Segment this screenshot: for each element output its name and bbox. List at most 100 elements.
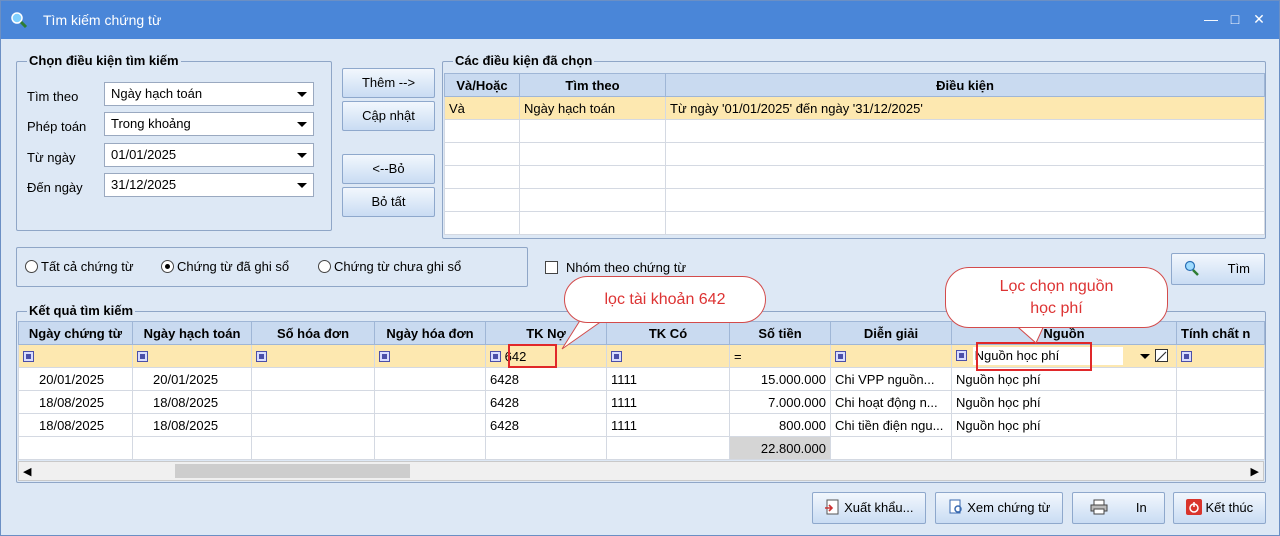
cell-debit-account[interactable]: 6428 — [485, 413, 607, 437]
table-row[interactable] — [444, 119, 1265, 143]
search-button[interactable]: Tìm — [1171, 253, 1265, 285]
update-condition-button[interactable]: Cập nhật — [342, 101, 435, 131]
cell[interactable] — [444, 188, 520, 212]
cell-description[interactable]: Chi hoạt động n... — [830, 390, 952, 414]
cell[interactable] — [519, 142, 666, 166]
col-posting-date[interactable]: Ngày hạch toán — [132, 321, 252, 345]
filter-nature[interactable] — [1176, 344, 1265, 368]
cell-description[interactable]: Chi VPP nguồn... — [830, 367, 952, 391]
col-invoice-no[interactable]: Số hóa đơn — [251, 321, 375, 345]
scroll-left-icon[interactable]: ◀ — [23, 465, 31, 478]
cell-and-or[interactable]: Và — [444, 96, 520, 120]
cell-doc-date[interactable]: 18/08/2025 — [18, 390, 133, 414]
maximize-icon[interactable]: □ — [1225, 9, 1245, 29]
header-and-or[interactable]: Và/Hoặc — [444, 73, 520, 97]
col-invoice-date[interactable]: Ngày hóa đơn — [374, 321, 486, 345]
from-date-picker[interactable]: 01/01/2025 — [104, 143, 314, 167]
filter-icon[interactable] — [835, 350, 846, 362]
cell-nature[interactable] — [1176, 413, 1265, 437]
cell-posting-date[interactable]: 18/08/2025 — [132, 413, 252, 437]
radio-all-documents[interactable]: Tất cả chứng từ — [25, 259, 134, 274]
cell-doc-date[interactable]: 20/01/2025 — [18, 367, 133, 391]
cell-posting-date[interactable]: 18/08/2025 — [132, 390, 252, 414]
cell-invoice-no[interactable] — [251, 390, 375, 414]
header-condition[interactable]: Điều kiện — [665, 73, 1265, 97]
print-button[interactable]: In — [1072, 492, 1165, 524]
filter-invoice-date[interactable] — [374, 344, 486, 368]
radio-circle-icon[interactable] — [318, 260, 331, 273]
cell[interactable] — [519, 165, 666, 189]
close-button[interactable]: Kết thúc — [1173, 492, 1266, 524]
table-row[interactable]: Và Ngày hạch toán Từ ngày '01/01/2025' đ… — [444, 96, 1265, 120]
cell[interactable] — [444, 119, 520, 143]
filter-icon[interactable] — [490, 350, 501, 362]
cell-amount[interactable]: 15.000.000 — [729, 367, 831, 391]
view-document-button[interactable]: Xem chứng từ — [935, 492, 1063, 524]
filter-icon[interactable] — [137, 350, 148, 362]
cell-nature[interactable] — [1176, 367, 1265, 391]
cell-invoice-no[interactable] — [251, 413, 375, 437]
export-button[interactable]: Xuất khẩu... — [812, 492, 926, 524]
results-horizontal-scrollbar[interactable]: ◀ ▶ — [18, 461, 1264, 481]
filter-icon[interactable] — [256, 350, 267, 362]
filter-icon[interactable] — [379, 350, 390, 362]
scroll-right-icon[interactable]: ▶ — [1251, 465, 1259, 478]
col-nature[interactable]: Tính chất n — [1176, 321, 1265, 345]
filter-icon[interactable] — [1181, 350, 1192, 362]
cell-invoice-date[interactable] — [374, 390, 486, 414]
filter-posting-date[interactable] — [132, 344, 252, 368]
table-row[interactable]: 18/08/2025 18/08/2025 6428 1111 800.000 … — [18, 413, 1265, 437]
cell[interactable] — [665, 165, 1265, 189]
cell-credit-account[interactable]: 1111 — [606, 367, 730, 391]
filter-doc-date[interactable] — [18, 344, 133, 368]
cell[interactable] — [444, 165, 520, 189]
cell-nature[interactable] — [1176, 390, 1265, 414]
col-description[interactable]: Diễn giải — [830, 321, 952, 345]
col-doc-date[interactable]: Ngày chứng từ — [18, 321, 133, 345]
cell-amount[interactable]: 800.000 — [729, 413, 831, 437]
cell[interactable] — [665, 142, 1265, 166]
dropdown-arrow-icon[interactable] — [297, 153, 307, 158]
cell-source[interactable]: Nguồn học phí — [951, 413, 1177, 437]
cell[interactable] — [519, 188, 666, 212]
cell[interactable] — [519, 119, 666, 143]
cell-credit-account[interactable]: 1111 — [606, 390, 730, 414]
filter-icon[interactable] — [956, 350, 967, 361]
table-row[interactable] — [444, 165, 1265, 189]
radio-circle-icon[interactable] — [25, 260, 38, 273]
radio-unposted-documents[interactable]: Chứng từ chưa ghi sổ — [318, 259, 461, 274]
cell-condition[interactable]: Từ ngày '01/01/2025' đến ngày '31/12/202… — [665, 96, 1265, 120]
cell-invoice-date[interactable] — [374, 367, 486, 391]
search-by-select[interactable]: Ngày hạch toán — [104, 82, 314, 106]
table-row[interactable] — [444, 142, 1265, 166]
filter-description[interactable] — [830, 344, 952, 368]
filter-invoice-no[interactable] — [251, 344, 375, 368]
cell[interactable] — [444, 211, 520, 235]
dropdown-arrow-icon[interactable] — [297, 92, 307, 97]
cell-amount[interactable]: 7.000.000 — [729, 390, 831, 414]
cell-posting-date[interactable]: 20/01/2025 — [132, 367, 252, 391]
minimize-icon[interactable]: — — [1201, 9, 1221, 29]
cell-debit-account[interactable]: 6428 — [485, 390, 607, 414]
cell-doc-date[interactable]: 18/08/2025 — [18, 413, 133, 437]
cell-debit-account[interactable]: 6428 — [485, 367, 607, 391]
remove-condition-button[interactable]: <--Bỏ — [342, 154, 435, 184]
cell[interactable] — [665, 188, 1265, 212]
remove-all-button[interactable]: Bỏ tất — [342, 187, 435, 217]
filter-icon[interactable] — [23, 350, 34, 362]
cell-credit-account[interactable]: 1111 — [606, 413, 730, 437]
cell-description[interactable]: Chi tiền điện ngu... — [830, 413, 952, 437]
dropdown-arrow-icon[interactable] — [297, 122, 307, 127]
cell[interactable] — [665, 119, 1265, 143]
cell-source[interactable]: Nguồn học phí — [951, 390, 1177, 414]
to-date-picker[interactable]: 31/12/2025 — [104, 173, 314, 197]
radio-posted-documents[interactable]: Chứng từ đã ghi sổ — [161, 259, 289, 274]
cell[interactable] — [519, 211, 666, 235]
cell[interactable] — [665, 211, 1265, 235]
clear-filter-icon[interactable] — [1155, 349, 1168, 362]
dropdown-arrow-icon[interactable] — [297, 183, 307, 188]
cell-search-by[interactable]: Ngày hạch toán — [519, 96, 666, 120]
table-row[interactable] — [444, 188, 1265, 212]
dropdown-arrow-icon[interactable] — [1140, 354, 1150, 359]
table-row[interactable]: 18/08/2025 18/08/2025 6428 1111 7.000.00… — [18, 390, 1265, 414]
